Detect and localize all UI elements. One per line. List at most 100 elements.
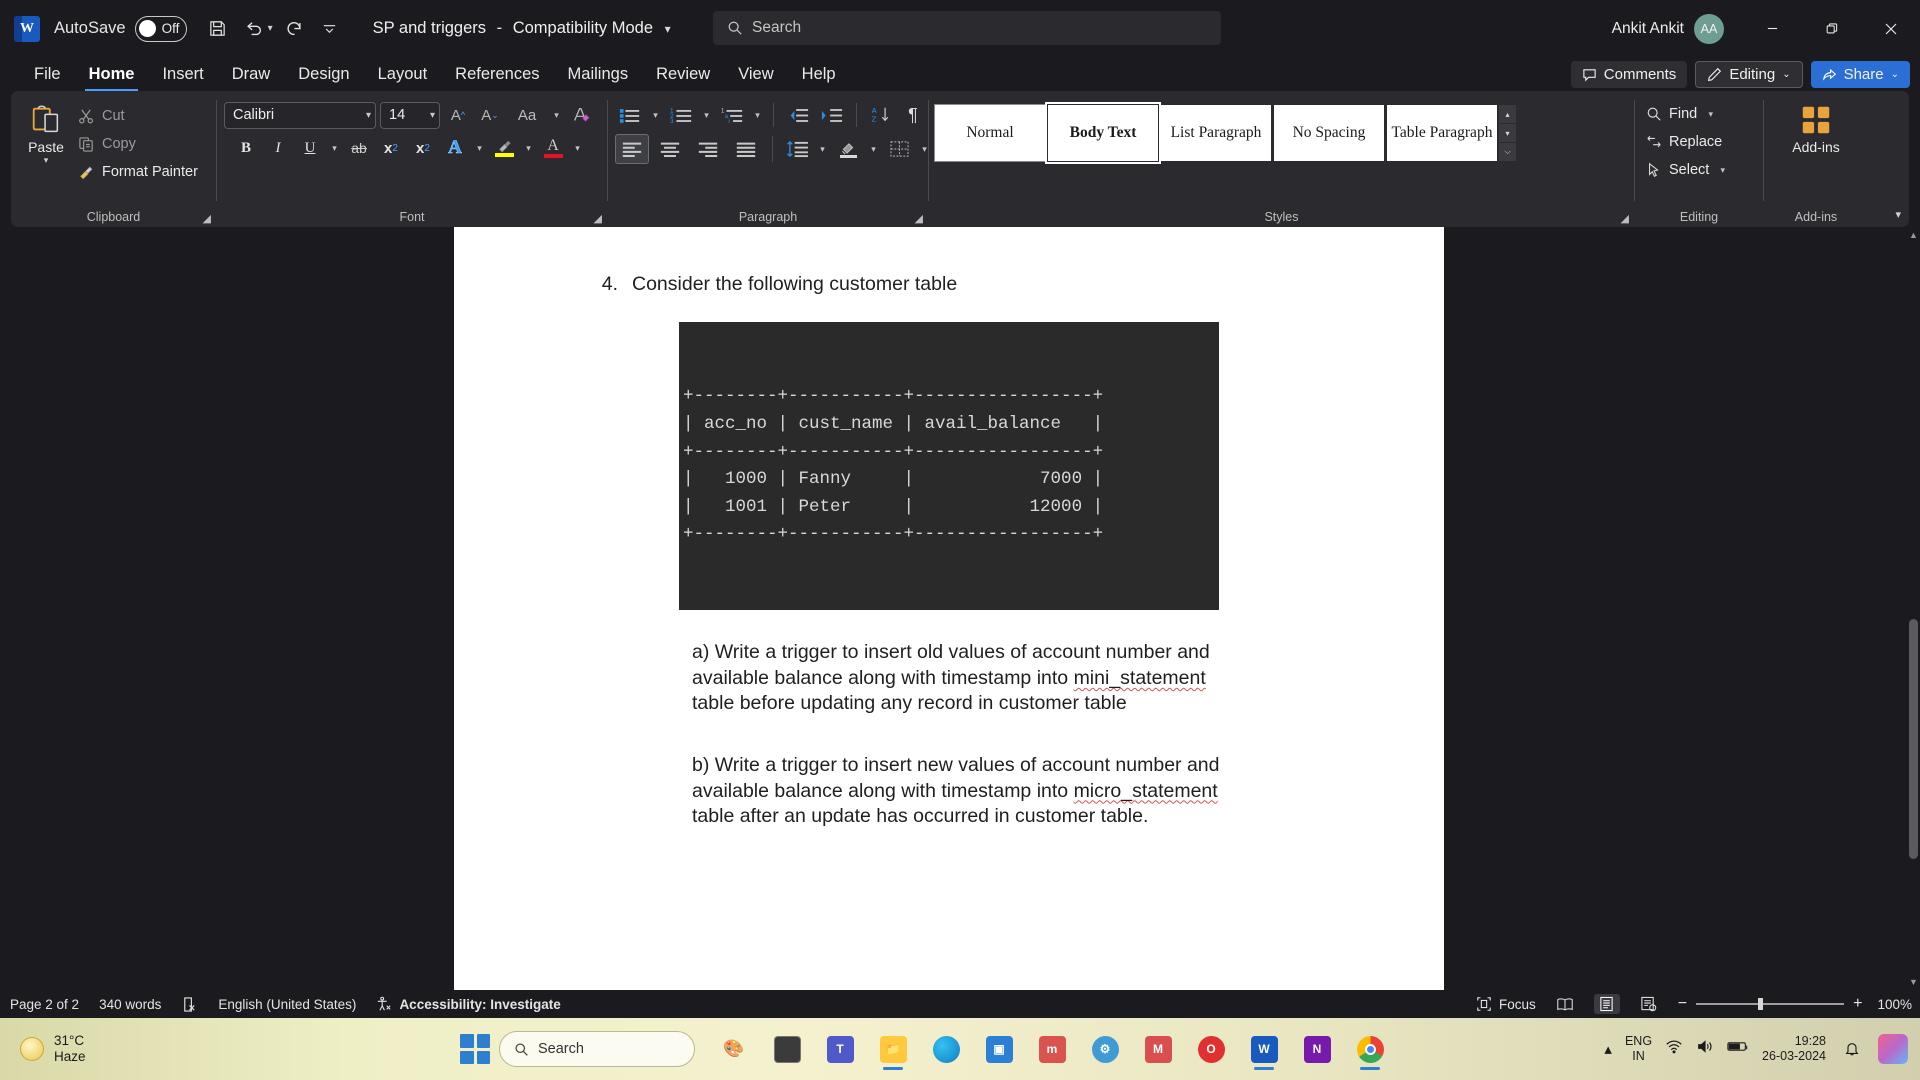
focus-button[interactable]: Focus: [1476, 996, 1536, 1012]
paragraph-dialog-launcher[interactable]: ◢: [915, 212, 923, 225]
tab-mailings[interactable]: Mailings: [554, 57, 643, 91]
tab-layout[interactable]: Layout: [364, 57, 442, 91]
change-case-icon[interactable]: Aa: [508, 101, 546, 129]
line-spacing-icon[interactable]: [782, 135, 812, 163]
print-layout-icon[interactable]: [1593, 994, 1620, 1014]
style-body-text[interactable]: Body Text: [1045, 102, 1161, 164]
editing-chevron-down-icon[interactable]: ⌄: [1782, 69, 1790, 80]
subscript-button[interactable]: x2: [377, 134, 405, 162]
word-app[interactable]: W: [1242, 1027, 1286, 1071]
tab-home[interactable]: Home: [75, 57, 149, 91]
multilevel-list-icon[interactable]: 1 a i: [717, 101, 747, 129]
style-list-paragraph[interactable]: List Paragraph: [1161, 105, 1271, 161]
chrome-app[interactable]: [1348, 1027, 1392, 1071]
clock[interactable]: 19:28 26-03-2024: [1762, 1034, 1826, 1064]
cut-button[interactable]: Cut: [74, 103, 202, 129]
text-highlight-icon[interactable]: [490, 134, 518, 162]
bold-button[interactable]: B: [232, 134, 260, 162]
underline-button[interactable]: U: [296, 134, 324, 162]
text-effects-icon[interactable]: A: [441, 134, 469, 162]
numbering-chevron-down-icon[interactable]: ▾: [700, 110, 713, 121]
sort-icon[interactable]: A Z: [866, 101, 896, 129]
borders-icon[interactable]: [884, 135, 914, 163]
justify-icon[interactable]: [729, 135, 763, 163]
superscript-button[interactable]: x2: [409, 134, 437, 162]
undo-dropdown-chevron-down-icon[interactable]: ▾: [268, 23, 273, 34]
save-icon[interactable]: [201, 12, 235, 46]
volume-icon[interactable]: [1696, 1039, 1714, 1059]
wifi-icon[interactable]: [1665, 1039, 1683, 1059]
title-chevron-down-icon[interactable]: ▾: [665, 22, 671, 36]
line-spacing-chevron-down-icon[interactable]: ▾: [816, 144, 829, 155]
notification-bell-icon[interactable]: [1839, 1034, 1865, 1064]
document-page[interactable]: 4. Consider the following customer table…: [454, 227, 1444, 990]
scrollbar-thumb[interactable]: [1909, 619, 1918, 859]
minimize-button[interactable]: [1743, 0, 1802, 57]
align-center-icon[interactable]: [653, 135, 687, 163]
edge-browser-app[interactable]: [924, 1027, 968, 1071]
tab-view[interactable]: View: [724, 57, 787, 91]
font-size-combobox[interactable]: 14 ▾: [380, 101, 440, 129]
proofing-errors-icon[interactable]: [181, 996, 198, 1013]
clear-formatting-icon[interactable]: [567, 101, 595, 129]
read-mode-icon[interactable]: [1552, 994, 1578, 1014]
accessibility-status[interactable]: Accessibility: Investigate: [376, 996, 561, 1012]
font-color-chevron-down-icon[interactable]: ▾: [571, 143, 584, 154]
styles-more-icon[interactable]: ⌵: [1499, 143, 1516, 161]
zoom-level[interactable]: 100%: [1877, 997, 1912, 1012]
tab-file[interactable]: File: [20, 57, 75, 91]
tab-review[interactable]: Review: [642, 57, 724, 91]
select-button[interactable]: Select ▾: [1642, 157, 1733, 183]
style-table-paragraph[interactable]: Table Paragraph: [1387, 105, 1497, 161]
autosave-toggle[interactable]: Off: [134, 15, 187, 42]
show-hidden-icons-chevron[interactable]: ▴: [1604, 1040, 1612, 1058]
opera-app[interactable]: O: [1189, 1027, 1233, 1071]
styles-scroll-down-icon[interactable]: ▾: [1499, 124, 1516, 142]
decrease-indent-icon[interactable]: [783, 101, 813, 129]
select-chevron-down-icon[interactable]: ▾: [1716, 165, 1729, 176]
format-painter-button[interactable]: Format Painter: [74, 159, 202, 185]
find-chevron-down-icon[interactable]: ▾: [1704, 109, 1717, 120]
font-color-icon[interactable]: A: [539, 134, 567, 162]
clipboard-dialog-launcher[interactable]: ◢: [203, 212, 211, 225]
align-left-icon[interactable]: [615, 134, 649, 164]
tab-insert[interactable]: Insert: [148, 57, 217, 91]
account-area[interactable]: Ankit Ankit AA: [1612, 0, 1724, 57]
comments-button[interactable]: Comments: [1570, 60, 1688, 88]
paint-app[interactable]: 🎨: [712, 1027, 756, 1071]
multilevel-chevron-down-icon[interactable]: ▾: [751, 110, 764, 121]
file-explorer-app[interactable]: 📁: [871, 1027, 915, 1071]
copy-button[interactable]: Copy: [74, 131, 202, 157]
grow-font-icon[interactable]: A ^: [444, 101, 472, 129]
paragraph-marks-icon[interactable]: ¶: [900, 101, 926, 129]
document-title[interactable]: SP and triggers - Compatibility Mode ▾: [373, 19, 671, 38]
taskbar-search-input[interactable]: Search: [499, 1031, 695, 1067]
replace-button[interactable]: Replace: [1642, 129, 1733, 155]
store-app[interactable]: ▣: [977, 1027, 1021, 1071]
shading-icon[interactable]: [833, 135, 863, 163]
font-dialog-launcher[interactable]: ◢: [594, 212, 602, 225]
teams-app[interactable]: T: [818, 1027, 862, 1071]
vertical-scrollbar[interactable]: ▲ ▼: [1907, 227, 1920, 990]
scroll-down-arrow-icon[interactable]: ▼: [1909, 977, 1918, 987]
restore-button[interactable]: [1802, 0, 1861, 57]
web-layout-icon[interactable]: [1636, 994, 1662, 1014]
zoom-track[interactable]: [1696, 998, 1845, 1011]
styles-dialog-launcher[interactable]: ◢: [1621, 212, 1629, 225]
paste-chevron-down-icon[interactable]: ▾: [44, 155, 49, 166]
zoom-slider[interactable]: − + 100%: [1678, 995, 1912, 1013]
copilot-icon[interactable]: [1878, 1034, 1908, 1064]
tab-help[interactable]: Help: [788, 57, 850, 91]
font-family-combobox[interactable]: Calibri ▾: [224, 101, 376, 129]
change-case-chevron-down-icon[interactable]: ▾: [550, 110, 563, 121]
settings-app[interactable]: ⚙: [1083, 1027, 1127, 1071]
tab-references[interactable]: References: [441, 57, 553, 91]
font-family-chevron-down-icon[interactable]: ▾: [366, 110, 371, 121]
page-indicator[interactable]: Page 2 of 2: [10, 997, 79, 1012]
shading-chevron-down-icon[interactable]: ▾: [867, 144, 880, 155]
find-button[interactable]: Find ▾: [1642, 101, 1733, 127]
italic-button[interactable]: I: [264, 134, 292, 162]
customize-quick-access-icon[interactable]: [313, 12, 347, 46]
mozilla-app[interactable]: M: [1136, 1027, 1180, 1071]
document-canvas[interactable]: 4. Consider the following customer table…: [0, 227, 1920, 990]
